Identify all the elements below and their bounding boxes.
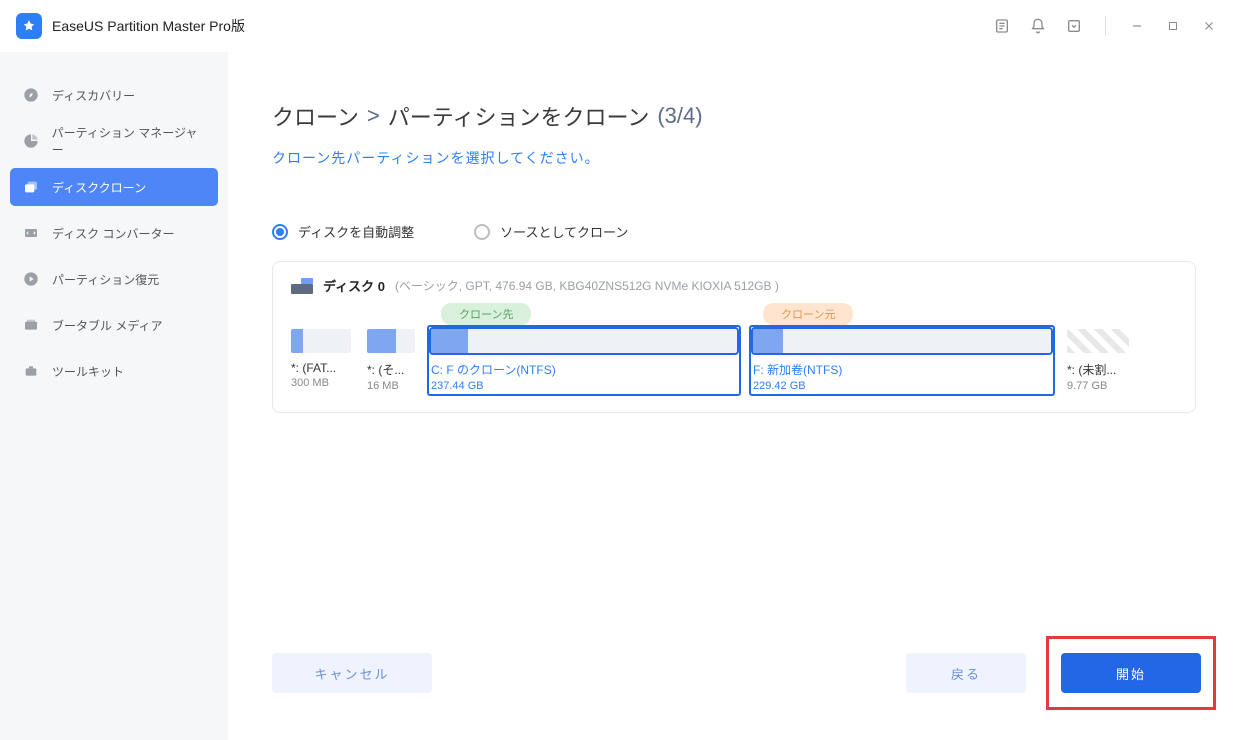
sidebar-item-label: ブータブル メディア	[52, 317, 163, 334]
minimize-icon[interactable]	[1122, 11, 1152, 41]
app-title: EaseUS Partition Master Pro版	[52, 16, 245, 36]
cancel-button[interactable]: キャンセル	[272, 653, 432, 693]
back-button[interactable]: 戻る	[906, 653, 1026, 693]
crumb-step: (3/4)	[657, 103, 702, 129]
sidebar-item-disk-clone[interactable]: ディスククローン	[10, 168, 218, 206]
partition-bar	[753, 329, 1051, 353]
partition-size: 229.42 GB	[753, 380, 1051, 392]
partition-bar	[431, 329, 737, 353]
partition-item-destination[interactable]: クローン先 C: F のクローン(NTFS) 237.44 GB	[431, 329, 737, 392]
start-highlight: 開始	[1046, 636, 1216, 710]
sidebar-item-label: パーティション復元	[52, 271, 159, 288]
radio-label: ディスクを自動調整	[298, 222, 414, 241]
content: クローン > パーティションをクローン (3/4) クローン先パーティションを選…	[228, 52, 1240, 740]
radio-clone-as-source[interactable]: ソースとしてクローン	[474, 222, 628, 241]
dropdown-icon[interactable]	[1059, 11, 1089, 41]
crumb-sep: >	[367, 103, 380, 129]
disk-meta: (ベーシック, GPT, 476.94 GB, KBG40ZNS512G NVM…	[395, 277, 779, 294]
toolkit-icon	[22, 362, 40, 380]
radio-row: ディスクを自動調整 ソースとしてクローン	[272, 222, 1196, 241]
sidebar: ディスカバリー パーティション マネージャー ディスククローン ディスク コンバ…	[0, 52, 228, 740]
partition-row: *: (FAT... 300 MB *: (そ... 16 MB クローン先 C…	[291, 329, 1177, 392]
partition-bar	[1067, 329, 1129, 353]
sidebar-item-label: パーティション マネージャー	[52, 124, 206, 158]
badge-source: クローン元	[763, 303, 853, 325]
partition-item-unallocated[interactable]: *: (未割... 9.77 GB	[1067, 329, 1129, 392]
disk-header: ディスク 0 (ベーシック, GPT, 476.94 GB, KBG40ZNS5…	[291, 276, 1177, 295]
convert-icon	[22, 224, 40, 242]
sidebar-item-disk-converter[interactable]: ディスク コンバーター	[10, 214, 218, 252]
maximize-icon[interactable]	[1158, 11, 1188, 41]
media-icon	[22, 316, 40, 334]
partition-size: 9.77 GB	[1067, 380, 1129, 392]
app-logo	[16, 13, 42, 39]
breadcrumb: クローン > パーティションをクローン (3/4)	[272, 100, 1196, 132]
subtitle: クローン先パーティションを選択してください。	[272, 148, 1196, 168]
sidebar-item-toolkit[interactable]: ツールキット	[10, 352, 218, 390]
start-button[interactable]: 開始	[1061, 653, 1201, 693]
close-icon[interactable]	[1194, 11, 1224, 41]
sidebar-item-partition-manager[interactable]: パーティション マネージャー	[10, 122, 218, 160]
partition-item-source[interactable]: クローン元 F: 新加卷(NTFS) 229.42 GB	[753, 329, 1051, 392]
radio-label: ソースとしてクローン	[500, 222, 628, 241]
sidebar-item-bootable-media[interactable]: ブータブル メディア	[10, 306, 218, 344]
notes-icon[interactable]	[987, 11, 1017, 41]
pie-icon	[22, 132, 40, 150]
disk-name: ディスク 0	[323, 276, 385, 295]
titlebar: EaseUS Partition Master Pro版	[0, 0, 1240, 52]
partition-size: 16 MB	[367, 380, 415, 392]
partition-size: 237.44 GB	[431, 380, 737, 392]
compass-icon	[22, 86, 40, 104]
partition-bar	[367, 329, 415, 353]
partition-item[interactable]: *: (FAT... 300 MB	[291, 329, 351, 389]
radio-auto-adjust[interactable]: ディスクを自動調整	[272, 222, 414, 241]
partition-bar	[291, 329, 351, 353]
partition-label: F: 新加卷(NTFS)	[753, 361, 1051, 378]
partition-label: C: F のクローン(NTFS)	[431, 361, 737, 378]
sidebar-item-label: ディスククローン	[52, 179, 146, 196]
badge-destination: クローン先	[441, 303, 531, 325]
separator	[1105, 16, 1106, 36]
partition-item[interactable]: *: (そ... 16 MB	[367, 329, 415, 392]
clone-icon	[22, 178, 40, 196]
sidebar-item-partition-recovery[interactable]: パーティション復元	[10, 260, 218, 298]
sidebar-item-label: ディスク コンバーター	[52, 225, 175, 242]
disk-card: ディスク 0 (ベーシック, GPT, 476.94 GB, KBG40ZNS5…	[272, 261, 1196, 413]
sidebar-item-label: ツールキット	[52, 363, 124, 380]
partition-size: 300 MB	[291, 377, 351, 389]
crumb-page: パーティションをクローン	[388, 100, 650, 132]
partition-label: *: (そ...	[367, 361, 415, 378]
radio-on-icon	[272, 224, 288, 240]
radio-off-icon	[474, 224, 490, 240]
partition-label: *: (未割...	[1067, 361, 1129, 378]
recovery-icon	[22, 270, 40, 288]
partition-label: *: (FAT...	[291, 361, 351, 375]
crumb-root: クローン	[272, 100, 359, 132]
footer: キャンセル 戻る 開始	[272, 636, 1210, 710]
disk-icon	[291, 278, 313, 294]
sidebar-item-label: ディスカバリー	[52, 87, 135, 104]
sidebar-item-discovery[interactable]: ディスカバリー	[10, 76, 218, 114]
bell-icon[interactable]	[1023, 11, 1053, 41]
